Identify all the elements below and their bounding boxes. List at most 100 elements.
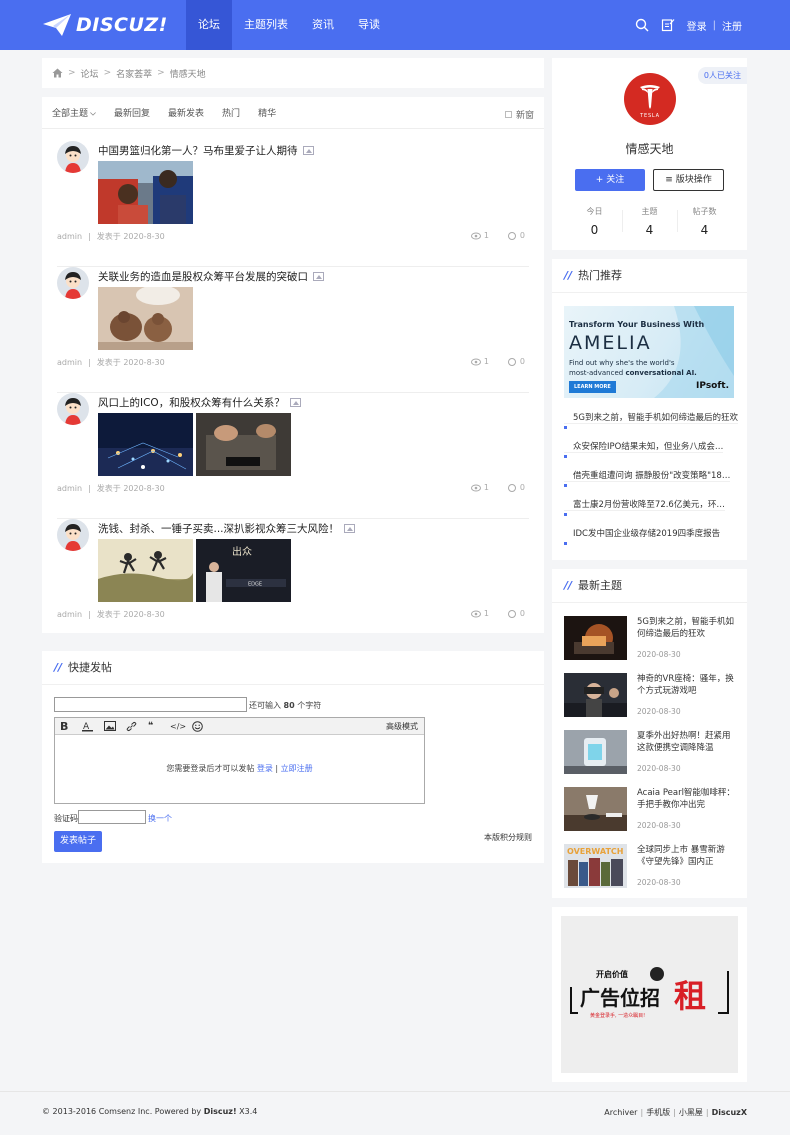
home-icon[interactable] (52, 68, 63, 78)
bold-icon[interactable]: B (60, 720, 82, 733)
footer-mobile-link[interactable]: 手机版 (646, 1108, 670, 1117)
thread-author[interactable]: admin (57, 610, 82, 619)
banner-line3b: most-advanced (569, 369, 624, 377)
credit-rules-link[interactable]: 本版积分规则 (484, 832, 532, 843)
follow-button[interactable]: + 关注 (575, 169, 645, 191)
image-icon[interactable] (104, 721, 126, 731)
footer-blackroom-link[interactable]: 小黑屋 (679, 1108, 703, 1117)
topic-title[interactable]: 神奇的VR座椅：骚年，换个方式玩游戏吧 (637, 673, 735, 697)
list-item[interactable]: 5G到来之前，智能手机如何缔造最后的狂欢 (564, 413, 738, 424)
thread-thumbnail[interactable] (98, 413, 193, 476)
code-icon[interactable]: </> (170, 722, 192, 731)
topic-title[interactable]: 全球同步上市 暴雪新游《守望先锋》国内正 (637, 844, 735, 868)
main-nav: 论坛 主题列表 资讯 导读 (186, 0, 392, 50)
stat-threads: 主题 4 (622, 206, 677, 240)
list-item[interactable]: OVERWATCH 全球同步上市 暴雪新游《守望先锋》国内正 2020-08-3… (564, 844, 734, 901)
site-logo[interactable]: DISCUZ! (42, 12, 168, 38)
topic-thumbnail[interactable] (564, 730, 627, 774)
forum-ops-button[interactable]: ≡ 版块操作 (653, 169, 724, 191)
eye-icon (470, 484, 481, 491)
topic-thumbnail[interactable]: OVERWATCH (564, 844, 627, 888)
list-item[interactable]: 神奇的VR座椅：骚年，换个方式玩游戏吧 2020-08-30 (564, 673, 734, 730)
topic-title[interactable]: Acaia Pearl智能咖啡秤：手把手教你冲出完 (637, 787, 735, 811)
breadcrumb-current[interactable]: 情感天地 (170, 67, 206, 80)
amelia-banner[interactable]: Transform Your Business With AMELIA Find… (564, 306, 734, 398)
avatar[interactable] (57, 141, 89, 173)
topic-thumbnail[interactable] (564, 616, 627, 660)
thread-author[interactable]: admin (57, 484, 82, 493)
avatar[interactable] (57, 393, 89, 425)
thread-title[interactable]: 关联业务的造血是股权众筹平台发展的突破口 (98, 269, 324, 284)
ad-banner[interactable]: 开启价值 广告位招 租 黄金登录手, 一造众瞩目! (561, 916, 738, 1073)
list-item[interactable]: 借壳重组遭问询 振静股份"改变策略"18… (564, 471, 731, 482)
breadcrumb-forum[interactable]: 论坛 (81, 67, 99, 80)
subject-input[interactable] (54, 697, 247, 712)
topic-thumbnail[interactable] (564, 673, 627, 717)
captcha-label: 验证码 (54, 814, 78, 823)
login-link[interactable]: 登录 (687, 18, 707, 33)
follower-count-badge: 0人已关注 (697, 67, 747, 84)
thread-title[interactable]: 洗钱、封杀、一锤子买卖...深扒影视众筹三大风险！ (98, 521, 356, 536)
banner-cta[interactable]: LEARN MORE (569, 381, 616, 393)
footer-archiver-link[interactable]: Archiver (604, 1108, 637, 1117)
thread-thumbnail[interactable] (98, 161, 193, 224)
footer-brand[interactable]: Discuz! (204, 1107, 237, 1116)
submit-post-button[interactable]: 发表帖子 (54, 831, 102, 852)
thread-thumbnail[interactable]: 出众 EDGE (196, 539, 291, 602)
tab-all-threads[interactable]: 全部主题 (52, 106, 96, 119)
link-icon[interactable] (126, 721, 148, 732)
edit-icon[interactable] (661, 18, 675, 32)
stat-value: 4 (645, 223, 654, 237)
editor-login-link[interactable]: 登录 (257, 764, 273, 773)
thread-thumbnail[interactable] (98, 285, 193, 350)
thread-author[interactable]: admin (57, 358, 82, 367)
tab-hot[interactable]: 热门 (222, 106, 240, 119)
list-item[interactable]: Acaia Pearl智能咖啡秤：手把手教你冲出完 2020-08-30 (564, 787, 735, 844)
smiley-icon[interactable] (192, 720, 214, 732)
remain-prefix: 还可输入 (249, 701, 281, 710)
remain-suffix: 个字符 (297, 701, 322, 710)
avatar[interactable] (57, 519, 89, 551)
list-item[interactable]: 夏季外出好热啊！赶紧用这款便携空调降降温 2020-08-30 (564, 730, 734, 787)
list-item[interactable]: 富士康2月份营收降至72.6亿美元，环… (564, 500, 725, 511)
search-icon[interactable] (635, 18, 649, 32)
captcha-input[interactable] (78, 810, 146, 824)
tab-latest-reply[interactable]: 最新回复 (114, 106, 150, 119)
reply-count: 0 (507, 483, 525, 492)
thread-thumbnail[interactable] (98, 539, 193, 602)
thread-title[interactable]: 中国男篮归化第一人？马布里爱子让人期待 (98, 143, 314, 158)
new-window-toggle[interactable]: 新窗 (504, 108, 534, 121)
breadcrumb-category[interactable]: 名家荟萃 (116, 67, 152, 80)
register-link[interactable]: 注册 (722, 18, 742, 33)
post-editor[interactable]: B A ❝ </> 高级模式 您需要登录后才可以发帖 登录 | 立即注册 (54, 717, 425, 804)
nav-guide[interactable]: 导读 (346, 0, 392, 50)
list-item[interactable]: IDC发中国企业级存储2019四季度报告 (564, 529, 720, 539)
meta-sep: | (88, 610, 91, 619)
new-window-checkbox[interactable] (504, 111, 512, 118)
topic-title[interactable]: 夏季外出好热啊！赶紧用这款便携空调降降温 (637, 730, 735, 754)
footer-discuzx[interactable]: DiscuzX (712, 1108, 747, 1117)
thread-stats: 1 0 (453, 357, 525, 366)
font-color-icon[interactable]: A (82, 721, 104, 732)
captcha-refresh-link[interactable]: 换一个 (148, 813, 172, 824)
thread-title[interactable]: 风口上的ICO，和股权众筹有什么关系？ (98, 395, 301, 410)
avatar[interactable] (57, 267, 89, 299)
editor-register-link[interactable]: 立即注册 (281, 764, 313, 773)
thread-author[interactable]: admin (57, 232, 82, 241)
meta-sep: | (88, 484, 91, 493)
tab-latest-post[interactable]: 最新发表 (168, 106, 204, 119)
list-item[interactable]: 众安保险IPO结果未知，但业务八成会… (564, 442, 724, 453)
banner-company: IPsoft. (696, 381, 729, 391)
stat-label: 帖子数 (692, 207, 717, 216)
topic-thumbnail[interactable] (564, 787, 627, 831)
quote-icon[interactable]: ❝ (148, 721, 170, 731)
thread-thumbnail[interactable] (196, 413, 291, 476)
tab-digest[interactable]: 精华 (258, 106, 276, 119)
list-item[interactable]: 5G到来之前，智能手机如何缔造最后的狂欢 2020-08-30 (564, 616, 734, 673)
topic-title[interactable]: 5G到来之前，智能手机如何缔造最后的狂欢 (637, 616, 735, 640)
nav-forum[interactable]: 论坛 (186, 0, 232, 50)
nav-news[interactable]: 资讯 (300, 0, 346, 50)
image-attachment-icon (344, 524, 356, 533)
advanced-mode-link[interactable]: 高级模式 (386, 721, 418, 732)
nav-thread-list[interactable]: 主题列表 (232, 0, 300, 50)
